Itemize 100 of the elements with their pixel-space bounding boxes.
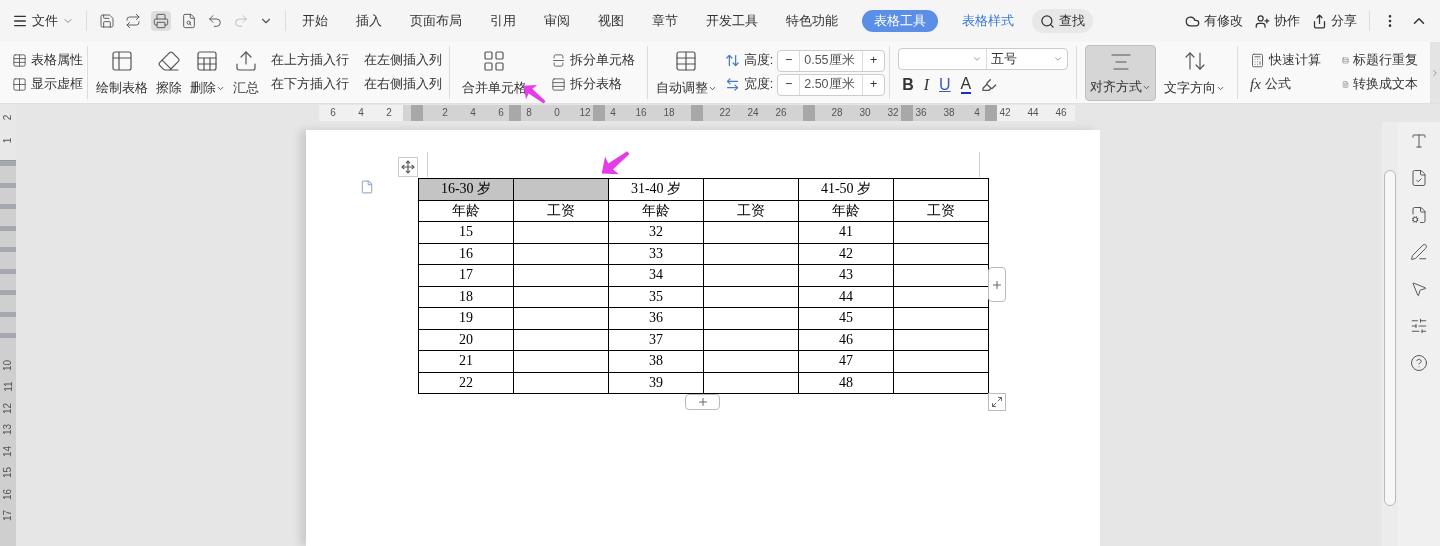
- insert-row-above-button[interactable]: 在上方插入行: [262, 48, 352, 73]
- ruler-marker[interactable]: [509, 105, 521, 121]
- print-preview-icon[interactable]: [181, 13, 197, 29]
- collaborate-button[interactable]: 协作: [1255, 11, 1300, 31]
- table-cell[interactable]: 15: [418, 221, 514, 243]
- table-cell[interactable]: 18: [418, 286, 514, 308]
- text-icon[interactable]: [1410, 132, 1428, 150]
- table-properties-button[interactable]: 表格属性: [8, 48, 87, 73]
- ruler-number: 4: [610, 107, 616, 118]
- width-spinner[interactable]: − 2.50厘米 +: [777, 73, 886, 96]
- insert-column-right-button[interactable]: 在右侧插入列: [355, 72, 445, 97]
- increment-button[interactable]: +: [862, 50, 885, 71]
- quick-calc-button[interactable]: 快速计算: [1246, 48, 1330, 73]
- table-cell[interactable]: 21: [418, 350, 514, 372]
- split-table-button[interactable]: 拆分表格: [546, 72, 639, 97]
- ruler-tick: [0, 333, 16, 338]
- height-field[interactable]: 0.55厘米: [800, 51, 863, 70]
- ruler-marker[interactable]: [985, 105, 997, 121]
- save-icon[interactable]: [99, 13, 115, 29]
- undo-icon[interactable]: [207, 13, 223, 29]
- ruler-number: 14: [1, 445, 15, 457]
- draw-table-button[interactable]: 绘制表格: [91, 44, 152, 101]
- insert-column-left-button[interactable]: 在左侧插入列: [355, 48, 445, 73]
- ruler-number: 2: [442, 107, 448, 118]
- formula-button[interactable]: fx 公式: [1246, 72, 1330, 97]
- table-cell[interactable]: 22: [418, 372, 514, 394]
- scrollbar-thumb[interactable]: [1384, 170, 1396, 506]
- ruler-tick: [0, 161, 16, 166]
- ribbon-tab[interactable]: 开始: [298, 10, 332, 32]
- italic-button[interactable]: I: [923, 73, 930, 97]
- ruler-marker[interactable]: [901, 105, 913, 121]
- ribbon-tab[interactable]: 表格样式: [958, 10, 1018, 32]
- help-icon[interactable]: [1410, 354, 1428, 372]
- table-cell[interactable]: 年龄: [418, 200, 514, 222]
- highlighter-icon[interactable]: [981, 77, 998, 93]
- ribbon-tab[interactable]: 审阅: [540, 10, 574, 32]
- pen-icon[interactable]: [1410, 243, 1428, 261]
- share-button[interactable]: 分享: [1312, 11, 1357, 31]
- table-cell[interactable]: 19: [418, 307, 514, 329]
- table-move-handle[interactable]: [398, 157, 418, 177]
- search-button[interactable]: 查找: [1032, 9, 1093, 33]
- convert-to-text-button[interactable]: 转换成文本: [1338, 72, 1423, 97]
- document-icon[interactable]: [1410, 169, 1428, 187]
- table-cell[interactable]: [893, 178, 989, 200]
- bold-button[interactable]: B: [902, 73, 914, 97]
- show-gridlines-button[interactable]: 显示虚框: [8, 72, 87, 97]
- height-spinner[interactable]: − 0.55厘米 +: [777, 49, 886, 72]
- table-cell[interactable]: 31-40 岁: [608, 178, 704, 200]
- decrement-button[interactable]: −: [778, 74, 801, 95]
- align-button[interactable]: 对齐方式: [1085, 44, 1157, 101]
- document-settings-icon[interactable]: [1410, 206, 1428, 224]
- modified-button[interactable]: 有修改: [1185, 11, 1243, 31]
- ruler-tick: [0, 311, 16, 317]
- repeat-header-button[interactable]: 标题行重复: [1338, 48, 1423, 73]
- file-menu[interactable]: 文件: [12, 11, 74, 31]
- ruler-marker[interactable]: [691, 105, 703, 121]
- ruler-number: 28: [831, 107, 843, 118]
- table-cell[interactable]: 17: [418, 264, 514, 286]
- ribbon-tab[interactable]: 引用: [486, 10, 520, 32]
- ribbon-tab[interactable]: 开发工具: [702, 10, 762, 32]
- ruler-marker[interactable]: [593, 105, 605, 121]
- decrement-button[interactable]: −: [778, 50, 801, 71]
- width-field[interactable]: 2.50厘米: [800, 75, 863, 94]
- horizontal-ruler[interactable]: 6 4 2 2 4 6 8 0 12 4 16 18 22 24 26 28 30 32 36 38 4 42 44 46: [319, 105, 1075, 121]
- pointer-icon[interactable]: [1410, 280, 1428, 298]
- caret-icon: [1053, 54, 1064, 64]
- table-cell[interactable]: 16: [418, 243, 514, 265]
- split-table-icon: [550, 77, 566, 92]
- ruler-number: 42: [999, 107, 1011, 118]
- summary-button[interactable]: 汇总: [228, 44, 263, 101]
- ribbon-tab[interactable]: 特色功能: [782, 10, 842, 32]
- table-cell[interactable]: [703, 178, 799, 200]
- ribbon-tab[interactable]: 章节: [648, 10, 682, 32]
- font-color-button[interactable]: A: [960, 76, 972, 94]
- erase-button[interactable]: 擦除: [151, 44, 186, 101]
- ribbon-tab[interactable]: 视图: [594, 10, 628, 32]
- table-cell[interactable]: 20: [418, 329, 514, 351]
- table-properties-icon: [12, 53, 27, 68]
- underline-button[interactable]: U: [939, 73, 951, 97]
- auto-fit-button[interactable]: 自动调整: [651, 44, 721, 101]
- split-cells-button[interactable]: 拆分单元格: [546, 48, 639, 73]
- ruler-marker[interactable]: [803, 105, 815, 121]
- ruler-number: 24: [747, 107, 759, 118]
- print-icon[interactable]: [153, 13, 169, 29]
- merge-cells-button[interactable]: 合并单元格: [457, 44, 531, 101]
- increment-button[interactable]: +: [862, 74, 885, 95]
- ruler-number: 15: [1, 467, 15, 479]
- delete-button[interactable]: 删除: [185, 44, 229, 101]
- ribbon-tab[interactable]: 页面布局: [406, 10, 466, 32]
- ruler-number: 30: [859, 107, 871, 118]
- ruler-marker[interactable]: [411, 105, 423, 121]
- text-direction-button[interactable]: 文字方向: [1160, 44, 1230, 101]
- ruler-number: 16: [635, 107, 647, 118]
- table-cell[interactable]: 41-50 岁: [798, 178, 894, 200]
- ribbon-tab[interactable]: 插入: [352, 10, 386, 32]
- resize-handle-icon[interactable]: [988, 393, 1006, 411]
- insert-row-below-button[interactable]: 在下方插入行: [262, 72, 352, 97]
- sliders-icon[interactable]: [1410, 317, 1428, 335]
- table-cell[interactable]: 16-30 岁: [418, 178, 514, 200]
- table-cell[interactable]: [513, 178, 609, 200]
